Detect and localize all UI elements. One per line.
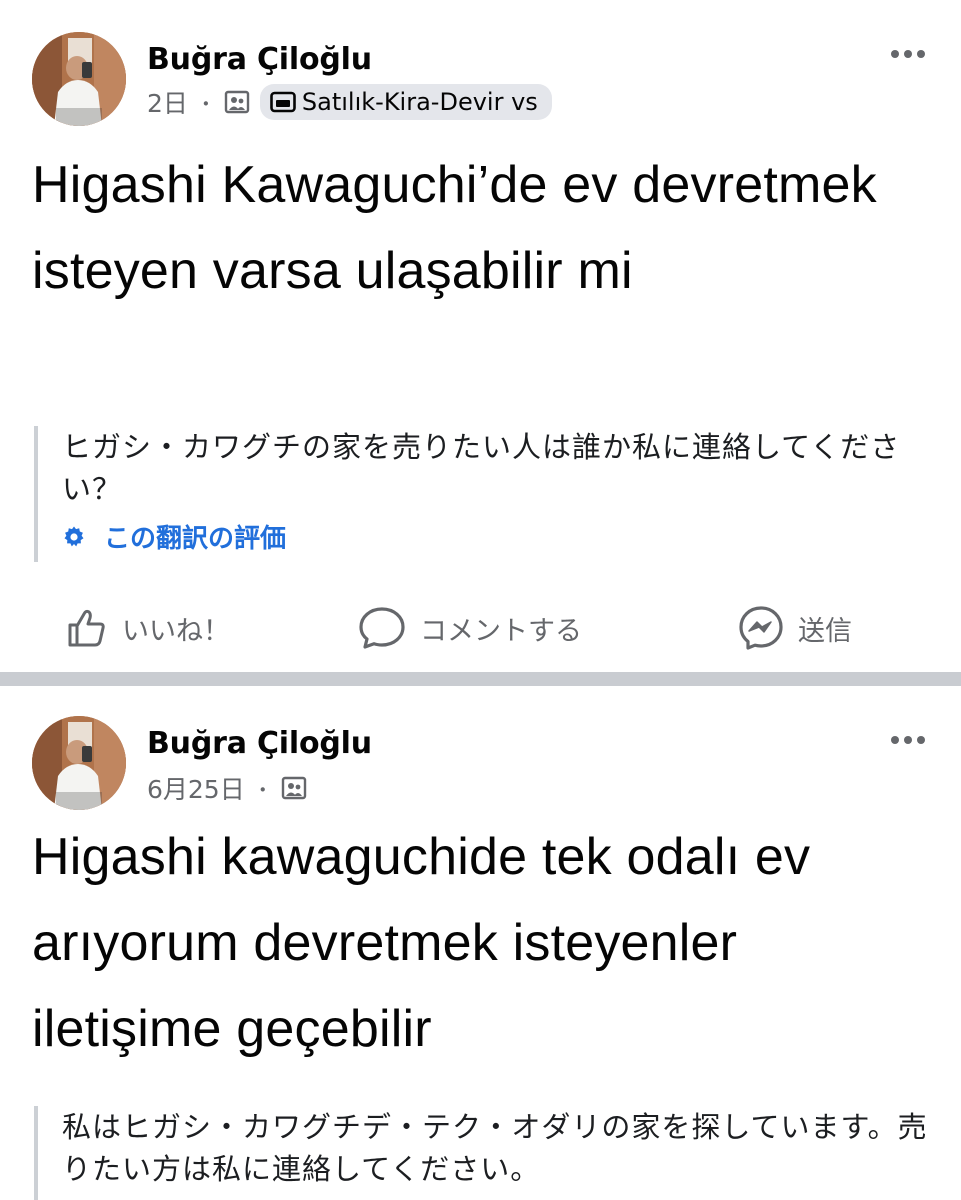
messenger-icon [739,606,783,650]
comment-button[interactable]: コメントする [358,596,582,660]
more-options-icon[interactable] [889,46,927,62]
post-separator [0,672,961,686]
author-name[interactable]: Buğra Çiloğlu [147,726,372,761]
post-text: Higashi Kawaguchi’de ev devretmek isteye… [32,156,877,300]
meta-separator: ・ [252,777,273,802]
like-label: いいね！ [122,615,230,647]
group-icon [270,91,296,113]
post-meta: 6月25日 ・ [147,770,307,806]
send-label: 送信 [798,615,852,647]
post-actions: いいね！ コメントする 送信 [0,596,961,660]
post-meta: 2日 ・ Satılık-Kira-Devir vs [147,84,552,120]
comment-label: コメントする [420,615,582,647]
post-2: Buğra Çiloğlu 6月25日 ・ Higashi kawaguchid… [0,686,961,1200]
author-avatar[interactable] [32,716,126,810]
rate-translation-label: この翻訳の評価 [104,524,287,554]
like-button[interactable]: いいね！ [66,596,230,660]
post-time[interactable]: 6月25日 [147,770,245,806]
author-avatar[interactable] [32,32,126,126]
group-members-icon [281,775,307,801]
gear-icon [64,526,84,546]
author-name[interactable]: Buğra Çiloğlu [147,42,372,77]
group-members-icon [224,89,250,115]
post-time[interactable]: 2日 [147,84,188,120]
translation-text: 私はヒガシ・カワグチデ・テク・オダリの家を探しています。売りたい方は私に連絡して… [62,1110,928,1186]
rate-translation-link[interactable]: この翻訳の評価 [62,518,952,555]
translation-block: ヒガシ・カワグチの家を売りたい人は誰か私に連絡してください？ この翻訳の評価 [34,426,952,562]
post-1: Buğra Çiloğlu 2日 ・ Satılık-Kira-Devir vs [0,0,961,672]
thumbs-up-icon [68,609,105,647]
meta-separator: ・ [195,91,216,116]
group-chip[interactable]: Satılık-Kira-Devir vs [259,84,552,120]
avatar-photo [32,32,126,126]
translation-text: ヒガシ・カワグチの家を売りたい人は誰か私に連絡してください？ [62,430,901,506]
translation-block: 私はヒガシ・カワグチデ・テク・オダリの家を探しています。売りたい方は私に連絡して… [34,1106,952,1200]
send-button[interactable]: 送信 [738,596,852,660]
group-name: Satılık-Kira-Devir vs [301,88,538,116]
post-text: Higashi kawaguchide tek odalı ev arıyoru… [32,828,811,1058]
more-options-icon[interactable] [889,732,927,748]
comment-icon [359,607,405,649]
avatar-photo [32,716,126,810]
